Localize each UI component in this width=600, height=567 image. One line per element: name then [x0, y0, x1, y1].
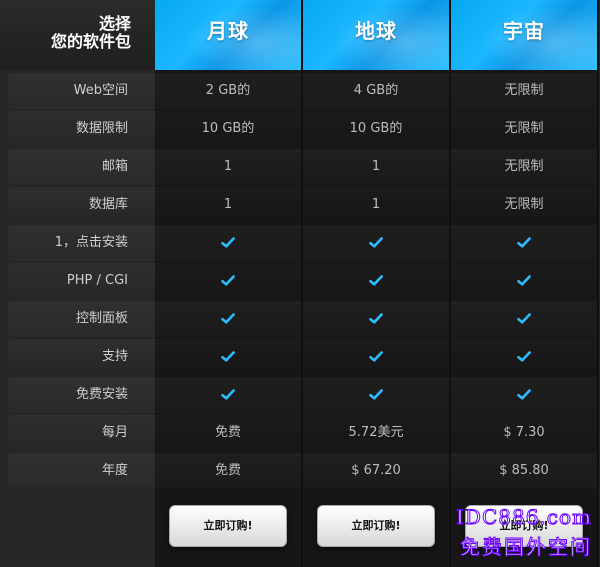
plan-name: 地球: [355, 19, 397, 43]
header-title-line-2: 您的软件包: [50, 32, 131, 51]
cell-value: 1: [223, 159, 233, 174]
checkmark-icon: [369, 351, 383, 362]
cell-value: $ 85.80: [499, 463, 549, 478]
plan-cell: [303, 225, 449, 261]
plan-cell: [451, 339, 597, 375]
row-label: 控制面板: [8, 301, 155, 337]
row-label: 1，点击安装: [8, 225, 155, 261]
plan-cell: [155, 377, 301, 413]
plan-name: 月球: [207, 19, 249, 43]
plan-header-universe: 宇宙: [451, 0, 599, 70]
plan-cell: 2 GB的: [155, 73, 301, 109]
order-button-wrap-earth: 立即订购!: [303, 487, 449, 567]
checkmark-icon: [517, 237, 531, 248]
cell-value: 免费: [214, 425, 241, 440]
plan-cell: 4 GB的: [303, 73, 449, 109]
checkmark-icon: [369, 313, 383, 324]
checkmark-icon: [221, 313, 235, 324]
bottom-left-area: [0, 487, 155, 567]
row-label: 支持: [8, 339, 155, 375]
order-button-wrap-universe: 立即订购!: [451, 487, 597, 567]
plan-header-moon: 月球: [155, 0, 303, 70]
cell-value: 1: [223, 197, 233, 212]
plan-cell: 无限制: [451, 149, 597, 185]
plan-cell: [451, 377, 597, 413]
plan-cell: [303, 263, 449, 299]
checkmark-icon: [221, 389, 235, 400]
checkmark-icon: [369, 389, 383, 400]
plan-cell: 无限制: [451, 187, 597, 223]
plan-cell: $ 85.80: [451, 453, 597, 489]
cell-value: 5.72美元: [348, 425, 404, 440]
cell-value: 1: [371, 159, 381, 174]
cell-value: 4 GB的: [353, 83, 399, 98]
plan-cell: $ 7.30: [451, 415, 597, 451]
cell-value: 10 GB的: [349, 121, 403, 136]
cell-value: 免费: [214, 463, 241, 478]
row-label: 数据库: [8, 187, 155, 223]
checkmark-icon: [369, 237, 383, 248]
plan-cell: [451, 263, 597, 299]
cell-value: $ 7.30: [503, 425, 545, 440]
cell-value: 2 GB的: [205, 83, 251, 98]
row-label: 免费安装: [8, 377, 155, 413]
plan-cell: 10 GB的: [155, 111, 301, 147]
cell-value: 无限制: [504, 159, 544, 174]
row-label: PHP / CGI: [8, 263, 155, 299]
plan-cell: 无限制: [451, 111, 597, 147]
plan-cell: [155, 225, 301, 261]
pricing-table: 选择 您的软件包 月球 地球 宇宙 Web空间 2 GB的 4 GB的 无限制 数据限制…: [0, 0, 600, 567]
plan-name: 宇宙: [503, 19, 545, 43]
checkmark-icon: [221, 237, 235, 248]
row-label: Web空间: [8, 73, 155, 109]
cell-value: 1: [371, 197, 381, 212]
checkmark-icon: [369, 275, 383, 286]
row-label: 年度: [8, 453, 155, 489]
plan-cell: [303, 301, 449, 337]
plan-cell: 1: [303, 149, 449, 185]
plan-cell: [155, 263, 301, 299]
plan-cell: 无限制: [451, 73, 597, 109]
cell-value: $ 67.20: [351, 463, 401, 478]
checkmark-icon: [221, 275, 235, 286]
plan-cell: $ 67.20: [303, 453, 449, 489]
plan-cell: 1: [303, 187, 449, 223]
cell-value: 无限制: [504, 121, 544, 136]
plan-cell: 5.72美元: [303, 415, 449, 451]
row-label: 每月: [8, 415, 155, 451]
checkmark-icon: [517, 389, 531, 400]
plan-cell: 10 GB的: [303, 111, 449, 147]
checkmark-icon: [517, 313, 531, 324]
plan-cell: [451, 301, 597, 337]
plan-cell: 1: [155, 149, 301, 185]
order-button[interactable]: 立即订购!: [317, 505, 435, 547]
table-corner-title: 选择 您的软件包: [0, 0, 155, 70]
plan-cell: [303, 377, 449, 413]
plan-header-earth: 地球: [303, 0, 451, 70]
checkmark-icon: [221, 351, 235, 362]
checkmark-icon: [517, 275, 531, 286]
cell-value: 无限制: [504, 197, 544, 212]
plan-cell: [303, 339, 449, 375]
order-button[interactable]: 立即订购!: [169, 505, 287, 547]
cell-value: 10 GB的: [201, 121, 255, 136]
cell-value: 无限制: [504, 83, 544, 98]
order-button-wrap-moon: 立即订购!: [155, 487, 301, 567]
plan-cell: [155, 301, 301, 337]
plan-cell: [155, 339, 301, 375]
order-button[interactable]: 立即订购!: [465, 505, 583, 547]
row-label: 数据限制: [8, 111, 155, 147]
plan-cell: 免费: [155, 453, 301, 489]
row-label: 邮箱: [8, 149, 155, 185]
plan-cell: 1: [155, 187, 301, 223]
plan-cell: 免费: [155, 415, 301, 451]
checkmark-icon: [517, 351, 531, 362]
plan-cell: [451, 225, 597, 261]
